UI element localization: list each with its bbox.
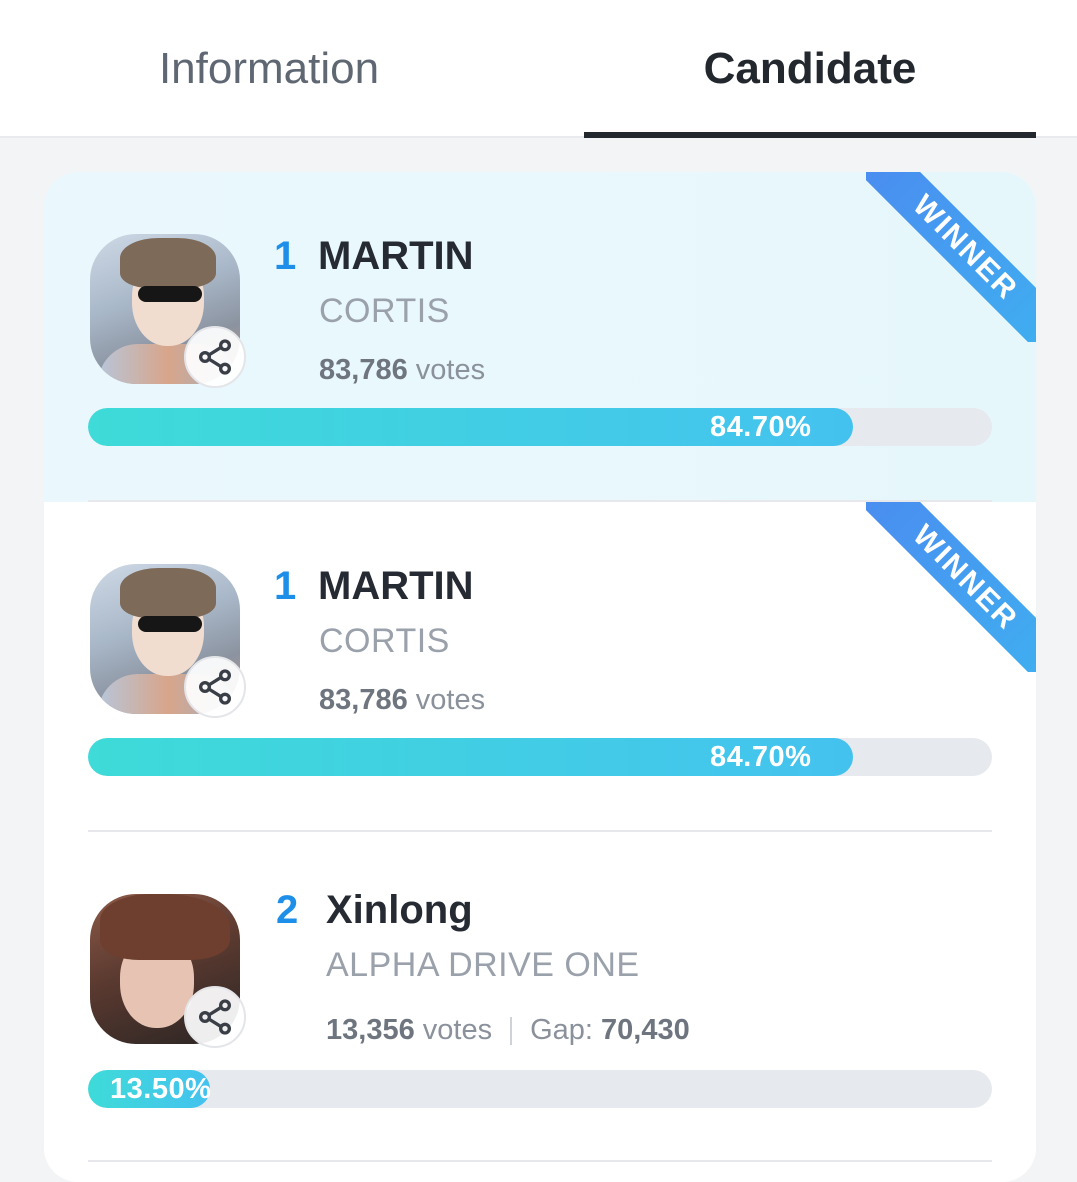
vote-percent: 84.70% [710,411,812,443]
share-icon[interactable] [184,986,246,1048]
candidate-group: ALPHA DRIVE ONE [326,946,640,984]
vote-progress-bar: 84.70% [88,408,992,446]
gap-label: Gap: [530,1014,593,1046]
gap-value: 70,430 [601,1014,690,1046]
winner-badge: WINNER [866,502,1036,672]
tab-bar: Information Candidate [0,0,1077,138]
candidate-item[interactable]: 1 MARTIN CORTIS 83,786 votes 84.70% WINN… [44,502,1036,832]
vote-count: 13,356 votes Gap: 70,430 [326,1014,690,1046]
winner-badge: WINNER [866,172,1036,342]
candidate-rank: 2 [276,888,299,932]
candidate-name: Xinlong [326,888,473,932]
candidate-group: CORTIS [319,622,450,660]
candidate-rank: 1 [274,564,297,608]
vote-percent: 84.70% [710,741,812,773]
active-tab-indicator [584,132,1036,138]
vote-progress-bar: 13.50% [88,1070,992,1108]
vote-progress-bar: 84.70% [88,738,992,776]
vote-percent: 13.50% [110,1073,212,1105]
share-icon[interactable] [184,326,246,388]
divider [88,1160,992,1162]
candidate-item[interactable]: 2 Xinlong ALPHA DRIVE ONE 13,356 votes Ga… [44,832,1036,1162]
candidate-item[interactable]: 1 MARTIN CORTIS 83,786 votes 84.70% WINN… [44,172,1036,502]
vote-count: 83,786 votes [319,684,486,716]
tab-candidate[interactable]: Candidate [585,0,1035,138]
share-icon[interactable] [184,656,246,718]
candidate-group: CORTIS [319,292,450,330]
vote-count: 83,786 votes [319,354,486,386]
candidate-name: MARTIN [318,234,474,278]
candidate-list: 1 MARTIN CORTIS 83,786 votes 84.70% WINN… [44,172,1036,1182]
tab-information[interactable]: Information [44,0,494,138]
candidate-rank: 1 [274,234,297,278]
candidate-name: MARTIN [318,564,474,608]
